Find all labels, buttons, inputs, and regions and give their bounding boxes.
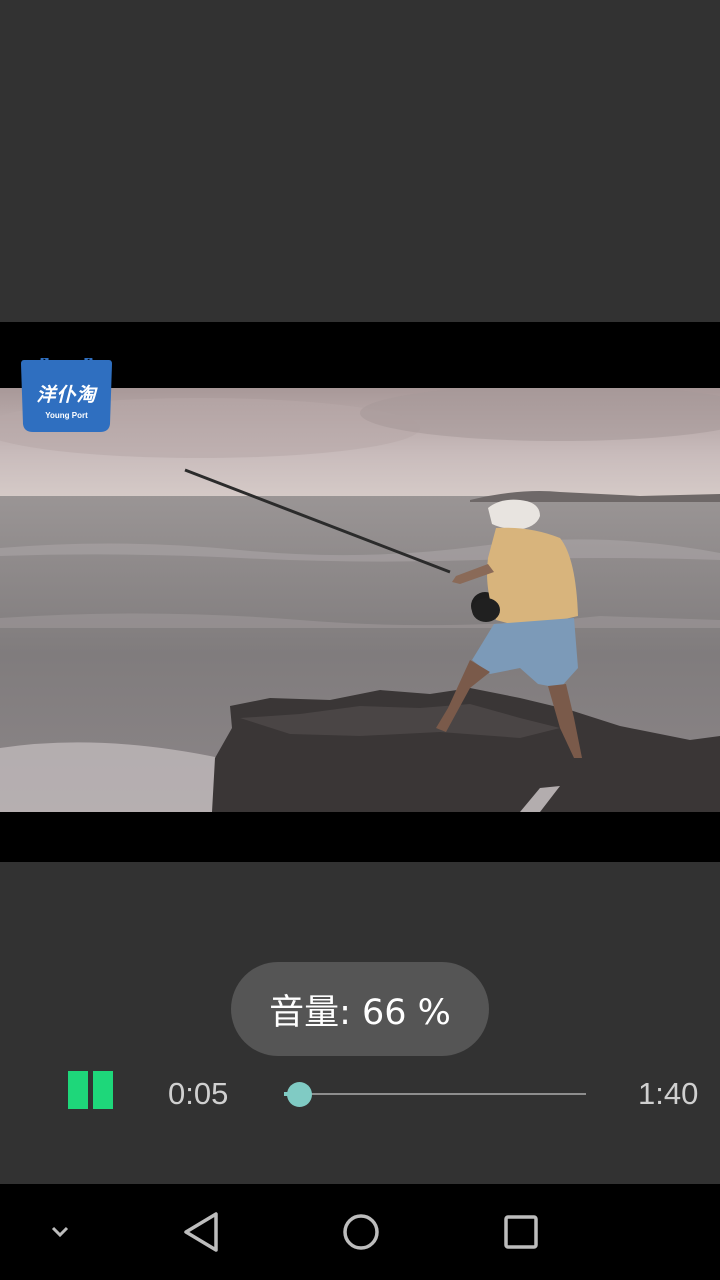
video-frame-image[interactable] xyxy=(0,388,720,812)
home-icon[interactable] xyxy=(336,1184,386,1280)
playback-controls: 0:05 1:40 xyxy=(0,1060,720,1130)
pause-icon-bar xyxy=(93,1071,113,1109)
logo-en-text: Young Port xyxy=(45,411,88,420)
seek-bar[interactable] xyxy=(284,1082,586,1107)
navigation-bar xyxy=(0,1184,720,1280)
seek-track xyxy=(284,1093,586,1095)
screen: 洋仆淘 Young Port 音量: 66 % 0:05 1:40 xyxy=(0,0,720,1280)
brand-logo: 洋仆淘 Young Port xyxy=(20,358,113,432)
current-time: 0:05 xyxy=(168,1076,229,1111)
volume-toast-text: 音量: 66 % xyxy=(269,992,451,1033)
back-icon[interactable] xyxy=(176,1184,226,1280)
pause-icon xyxy=(68,1071,88,1109)
pause-button[interactable] xyxy=(68,1071,114,1109)
seek-thumb[interactable] xyxy=(287,1082,312,1107)
total-time: 1:40 xyxy=(638,1076,699,1111)
chevron-down-icon[interactable] xyxy=(40,1184,80,1280)
logo-cn-text: 洋仆淘 xyxy=(36,384,97,406)
volume-toast: 音量: 66 % xyxy=(231,962,489,1056)
recents-icon[interactable] xyxy=(496,1184,546,1280)
